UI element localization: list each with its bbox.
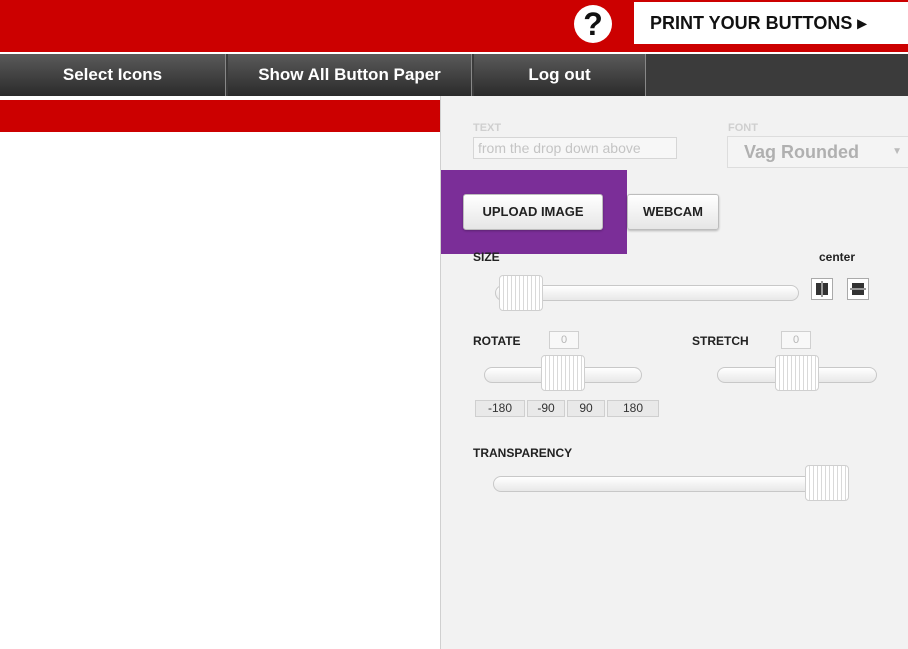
font-select-value: Vag Rounded — [744, 142, 860, 162]
text-input[interactable] — [473, 137, 677, 159]
center-horizontal-icon[interactable] — [847, 278, 869, 300]
text-label: TEXT — [473, 122, 502, 134]
print-your-buttons-button[interactable]: PRINT YOUR BUTTONS ▸ — [634, 2, 908, 44]
main-nav: Select Icons Show All Button Paper Log o… — [0, 54, 908, 96]
stretch-slider-thumb[interactable] — [775, 355, 819, 391]
transparency-label: TRANSPARENCY — [473, 446, 573, 460]
center-label: center — [819, 250, 856, 264]
rotate-preset-minus-180[interactable]: -180 — [475, 400, 525, 417]
nav-select-icons[interactable]: Select Icons — [0, 54, 226, 96]
size-label: SIZE — [473, 250, 500, 264]
rotate-preset-90[interactable]: 90 — [567, 400, 605, 417]
rotate-preset-180[interactable]: 180 — [607, 400, 659, 417]
rotate-slider-thumb[interactable] — [541, 355, 585, 391]
red-strip — [0, 100, 440, 132]
nav-log-out[interactable]: Log out — [474, 54, 646, 96]
size-slider-thumb[interactable] — [499, 275, 543, 311]
transparency-slider-thumb[interactable] — [805, 465, 849, 501]
chevron-down-icon: ▼ — [892, 146, 902, 157]
editor-panel: TEXT FONT Vag Rounded ▼ UPLOAD IMAGE WEB… — [440, 96, 908, 649]
center-vertical-icon[interactable] — [811, 278, 833, 300]
transparency-slider-track[interactable] — [493, 476, 849, 492]
top-bar: ? PRINT YOUR BUTTONS ▸ — [0, 0, 908, 52]
webcam-button[interactable]: WEBCAM — [627, 194, 719, 230]
rotate-value-field[interactable]: 0 — [549, 331, 579, 349]
stretch-value-field[interactable]: 0 — [781, 331, 811, 349]
font-select[interactable]: Vag Rounded ▼ — [727, 136, 908, 168]
upload-image-button[interactable]: UPLOAD IMAGE — [463, 194, 603, 230]
nav-filler — [647, 54, 908, 96]
font-label: FONT — [728, 122, 758, 134]
rotate-label: ROTATE — [473, 334, 521, 348]
nav-show-all-button-paper[interactable]: Show All Button Paper — [228, 54, 472, 96]
stretch-label: STRETCH — [692, 334, 749, 348]
help-button[interactable]: ? — [574, 5, 612, 43]
rotate-preset-minus-90[interactable]: -90 — [527, 400, 565, 417]
